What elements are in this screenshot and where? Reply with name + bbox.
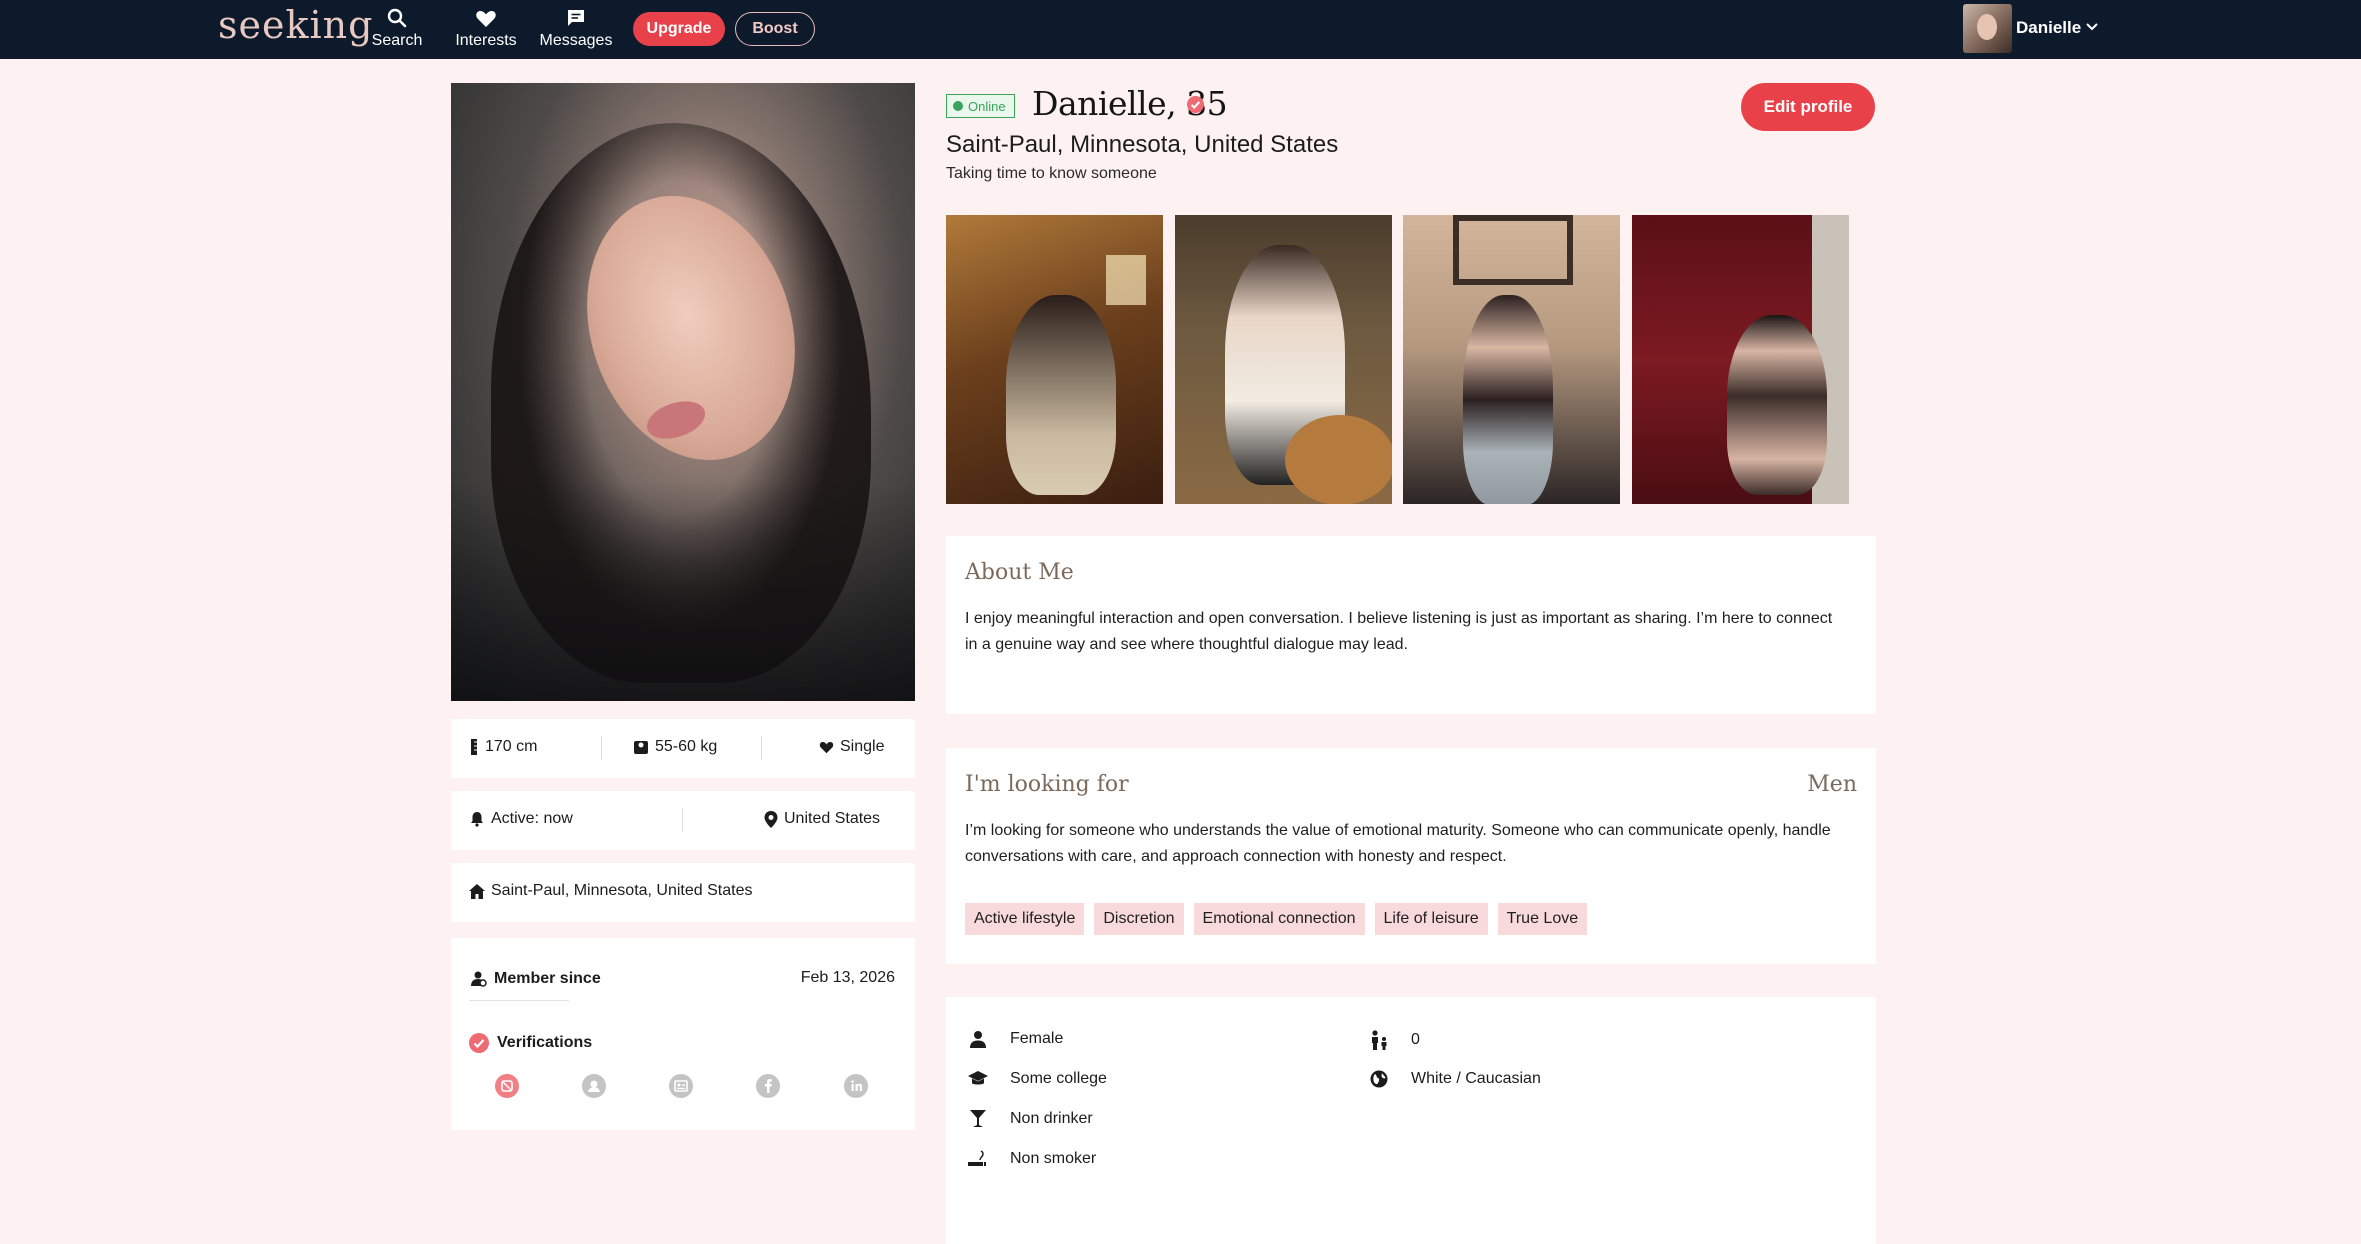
looking-for-title: I'm looking for [965,772,1129,797]
weight-scale-icon [634,741,648,754]
education-detail: Some college [968,1070,1107,1088]
id-card-icon[interactable] [669,1074,693,1098]
relationship-stat: Single [819,738,884,756]
interest-tag: Life of leisure [1374,903,1488,935]
member-card: Member since Feb 13, 2026 Verifications [451,938,915,1130]
smoking-icon [968,1150,986,1166]
country-value: United States [784,810,881,827]
profile-tagline: Taking time to know someone [946,165,1157,182]
nav-messages[interactable]: Messages [536,6,616,50]
gallery-photo[interactable] [1403,215,1620,504]
verified-badge-icon [1187,96,1204,113]
divider [601,736,602,760]
nav-messages-label: Messages [539,32,613,49]
seeking-gender: Men [1807,772,1857,797]
parent-child-icon [1372,1030,1387,1050]
upgrade-button[interactable]: Upgrade [633,12,725,46]
online-dot [953,101,963,111]
about-me-title: About Me [965,560,1074,585]
divider [761,736,762,760]
graduation-cap-icon [968,1071,988,1085]
divider [469,1000,569,1001]
search-icon [387,8,407,28]
verified-check-icon [469,1033,489,1053]
cocktail-glass-icon [970,1110,986,1127]
person-icon [970,1031,986,1048]
gallery-photo[interactable] [1175,215,1392,504]
body-stats-card: 170 cm 55-60 kg Single [451,719,915,778]
main-profile-photo[interactable] [451,83,915,701]
height-stat: 170 cm [469,738,537,756]
ethnicity-detail: White / Caucasian [1369,1070,1541,1088]
smoking-detail: Non smoker [968,1150,1096,1168]
gallery-photo[interactable] [1632,215,1849,504]
country-stat: United States [764,810,880,828]
about-me-card: About Me I enjoy meaningful interaction … [946,536,1876,714]
weight-stat: 55-60 kg [633,738,717,756]
heart-icon [476,11,496,27]
chat-bubble-icon [568,10,584,26]
activity-card: Active: now United States [451,791,915,850]
relationship-value: Single [840,738,885,755]
member-since-date: Feb 13, 2026 [800,969,895,986]
heart-icon [819,742,834,754]
looking-for-card: I'm looking for Men I’m looking for some… [946,748,1876,964]
profile-icon[interactable] [582,1074,606,1098]
profile-location: Saint-Paul, Minnesota, United States [946,131,1339,158]
nav-search-label: Search [371,32,423,49]
divider [682,808,683,832]
bell-icon [471,812,483,827]
user-avatar[interactable] [1963,4,2012,53]
location-pin-icon [764,810,778,828]
gender-detail: Female [968,1030,1063,1048]
photo-verified-icon[interactable] [495,1074,519,1098]
drinking-detail: Non drinker [968,1110,1093,1128]
chevron-down-icon[interactable] [2085,20,2099,34]
verifications-label: Verifications [469,1033,592,1053]
facebook-icon[interactable] [756,1074,780,1098]
photo-gallery [946,215,1849,505]
member-icon [471,971,487,987]
nav-search[interactable]: Search [368,6,426,50]
user-menu-name[interactable]: Danielle [2016,18,2081,38]
looking-for-text: I’m looking for someone who understands … [965,822,1831,865]
home-value: Saint-Paul, Minnesota, United States [491,882,753,899]
weight-value: 55-60 kg [655,738,718,755]
nav-interests-label: Interests [455,32,517,49]
children-detail: 0 [1369,1030,1420,1050]
seeking-logo[interactable]: seeking [218,3,373,47]
interest-tags: Active lifestyle Discretion Emotional co… [965,903,1588,935]
gallery-photo[interactable] [946,215,1163,504]
home-icon [469,883,485,899]
edit-profile-button[interactable]: Edit profile [1741,83,1875,131]
height-value: 170 cm [485,738,538,755]
home-location: Saint-Paul, Minnesota, United States [469,882,752,900]
verification-icons [495,1074,895,1104]
globe-icon [1370,1070,1388,1088]
interest-tag: Active lifestyle [965,903,1085,935]
height-icon [471,739,477,755]
active-status: Active: now [469,810,573,828]
interest-tag: Discretion [1094,903,1184,935]
member-since-label: Member since [469,970,601,988]
details-card: Female Some college Non drinker Non smok… [946,997,1876,1244]
nav-interests[interactable]: Interests [448,6,524,50]
boost-button[interactable]: Boost [735,12,815,46]
active-value: Active: now [491,810,573,827]
home-location-card: Saint-Paul, Minnesota, United States [451,863,915,922]
linkedin-icon[interactable] [844,1074,868,1098]
top-navigation: seeking Search Interests Messages Upgrad… [0,0,2361,59]
interest-tag: True Love [1497,903,1588,935]
online-status-badge: Online [946,94,1015,118]
interest-tag: Emotional connection [1193,903,1365,935]
about-me-text: I enjoy meaningful interaction and open … [965,610,1833,653]
